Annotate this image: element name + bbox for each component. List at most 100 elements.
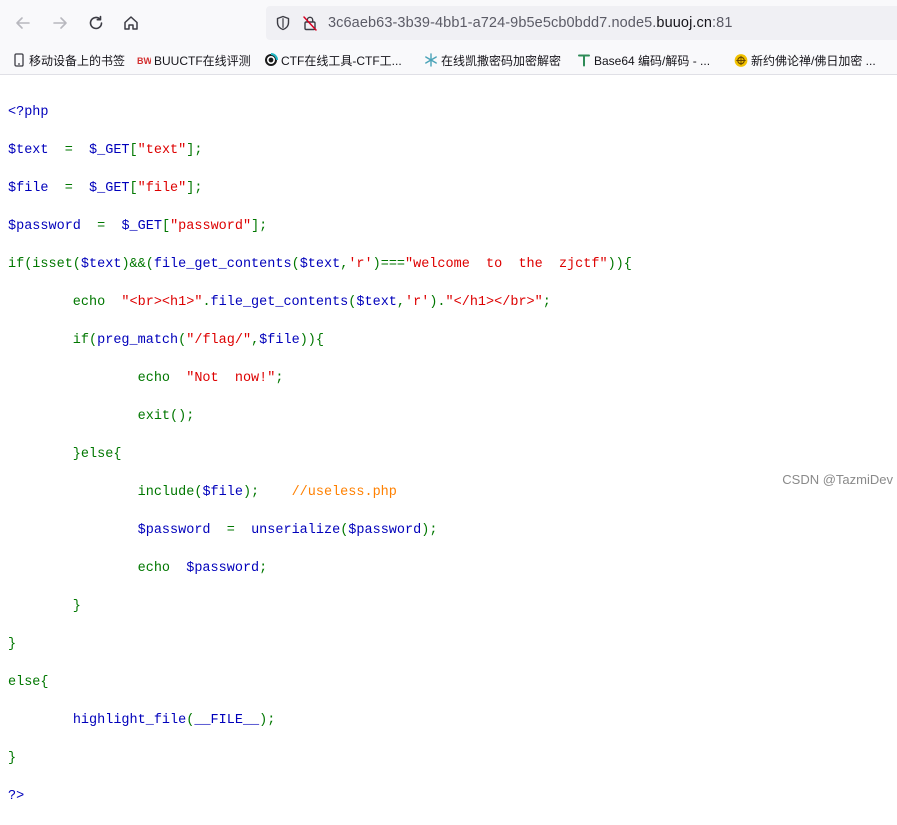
- buuctf-icon: BW: [137, 53, 151, 67]
- code-token: __FILE__: [194, 713, 260, 728]
- url-prefix: 3c6aeb63-3b39-4bb1-a724-9b5e5cb0bdd7.nod…: [328, 15, 657, 31]
- code-token: =: [80, 219, 122, 234]
- bookmark-label: Base64 编码/解码 - ...: [594, 53, 711, 68]
- bookmark-ctf-tools[interactable]: CTF在线工具-CTF工...: [264, 51, 402, 69]
- snowflake-icon: [424, 53, 438, 67]
- code-token: "<br><h1>": [121, 295, 203, 310]
- code-token: preg_match: [97, 333, 179, 348]
- arrow-left-icon: [16, 17, 30, 29]
- address-bar[interactable]: 3c6aeb63-3b39-4bb1-a724-9b5e5cb0bdd7.nod…: [266, 6, 897, 40]
- code-token: $file: [8, 181, 49, 196]
- code-token: $file: [259, 333, 300, 348]
- base64-icon: [577, 53, 591, 67]
- code-token: ];: [186, 181, 203, 196]
- svg-text:BW: BW: [137, 56, 151, 66]
- url-host: buuoj.cn: [656, 15, 713, 31]
- code-token: .: [202, 295, 211, 310]
- bookmark-label: CTF在线工具-CTF工...: [281, 53, 402, 68]
- insecure-lock-icon[interactable]: [302, 15, 318, 36]
- forward-button[interactable]: [47, 10, 73, 36]
- code-token: <?php: [8, 105, 49, 120]
- code-token: "password": [170, 219, 252, 234]
- code-token: $_GET: [121, 219, 162, 234]
- reload-button[interactable]: [83, 10, 109, 36]
- code-token: else{: [8, 675, 49, 690]
- code-token: [: [161, 219, 171, 234]
- code-token: $_GET: [89, 143, 130, 158]
- code-line: }: [8, 635, 632, 654]
- shield-icon[interactable]: [275, 15, 291, 36]
- url-port: :81: [712, 15, 733, 31]
- home-button[interactable]: [118, 10, 144, 36]
- ctf-tools-icon: [264, 53, 278, 67]
- code-token: )===: [372, 257, 406, 272]
- code-token: $text: [356, 295, 397, 310]
- code-token: $password: [186, 561, 260, 576]
- code-line: }: [8, 597, 632, 616]
- code-line: if(preg_match("/flag/",$file)){: [8, 331, 632, 350]
- code-line: $password = unserialize($password);: [8, 521, 632, 540]
- code-line: $file = $_GET["file"];: [8, 179, 632, 198]
- code-token: if(: [8, 333, 98, 348]
- code-token: 'r': [405, 295, 430, 310]
- bookmark-base64[interactable]: Base64 编码/解码 - ...: [577, 51, 710, 69]
- browser-toolbar: 3c6aeb63-3b39-4bb1-a724-9b5e5cb0bdd7.nod…: [0, 0, 897, 46]
- code-token: $text: [299, 257, 341, 272]
- code-token: $password: [137, 523, 211, 538]
- code-token: "text": [137, 143, 187, 158]
- code-line: else{: [8, 673, 632, 692]
- code-token: "welcome to the zjctf": [405, 257, 608, 272]
- code-token: (: [186, 713, 195, 728]
- bookmark-buuctf[interactable]: BW BUUCTF在线评测: [137, 51, 251, 69]
- code-line: echo "<br><h1>".file_get_contents($text,…: [8, 293, 632, 312]
- code-token: ];: [186, 143, 203, 158]
- code-line: $text = $_GET["text"];: [8, 141, 632, 160]
- code-line: highlight_file(__FILE__);: [8, 711, 632, 730]
- code-token: ,: [251, 333, 260, 348]
- code-line: echo $password;: [8, 559, 632, 578]
- code-comment: //useless.php: [291, 485, 397, 500]
- code-token: }else{: [8, 447, 122, 462]
- bookmark-mobile[interactable]: 移动设备上的书签: [12, 51, 125, 69]
- code-token: ).: [429, 295, 446, 310]
- code-token: if(isset(: [8, 257, 81, 272]
- code-line: $password = $_GET["password"];: [8, 217, 632, 236]
- code-token: 'r': [348, 257, 373, 272]
- code-token: );: [259, 713, 276, 728]
- code-token: =: [210, 523, 252, 538]
- code-token: ];: [251, 219, 268, 234]
- code-token: [: [129, 181, 138, 196]
- code-token: (: [291, 257, 300, 272]
- csdn-watermark: CSDN @TazmiDev: [782, 472, 893, 487]
- code-token: );: [242, 485, 292, 500]
- bookmark-buddha[interactable]: 新约佛论禅/佛日加密 ...: [734, 51, 876, 69]
- url-text[interactable]: 3c6aeb63-3b39-4bb1-a724-9b5e5cb0bdd7.nod…: [328, 15, 733, 31]
- code-token: $password: [8, 219, 81, 234]
- code-token: $text: [8, 143, 49, 158]
- code-token: echo: [8, 561, 187, 576]
- code-token: $file: [202, 485, 243, 500]
- code-token: "Not now!": [186, 371, 276, 386]
- code-token: echo: [8, 371, 187, 386]
- bookmark-label: 新约佛论禅/佛日加密 ...: [751, 53, 876, 68]
- code-line: echo "Not now!";: [8, 369, 632, 388]
- code-line: <?php: [8, 103, 632, 122]
- code-token: ;: [542, 295, 551, 310]
- code-token: }: [8, 599, 81, 614]
- bookmark-caesar[interactable]: 在线凯撒密码加密解密: [424, 51, 561, 69]
- code-token: unserialize: [251, 523, 341, 538]
- code-token: $text: [80, 257, 122, 272]
- code-token: "/flag/": [186, 333, 252, 348]
- bookmarks-bar: 移动设备上的书签 BW BUUCTF在线评测 CTF在线工具-CTF工... 在…: [0, 46, 897, 75]
- code-line: }: [8, 749, 632, 768]
- code-token: echo: [8, 295, 122, 310]
- bookmark-label: 在线凯撒密码加密解密: [441, 53, 562, 68]
- code-token: )&&(: [121, 257, 154, 272]
- code-token: (: [340, 523, 349, 538]
- code-token: ;: [275, 371, 284, 386]
- back-button[interactable]: [10, 10, 36, 36]
- arrow-right-icon: [53, 17, 67, 29]
- code-line: if(isset($text)&&(file_get_contents($tex…: [8, 255, 632, 274]
- bookmark-label: 移动设备上的书签: [29, 53, 126, 68]
